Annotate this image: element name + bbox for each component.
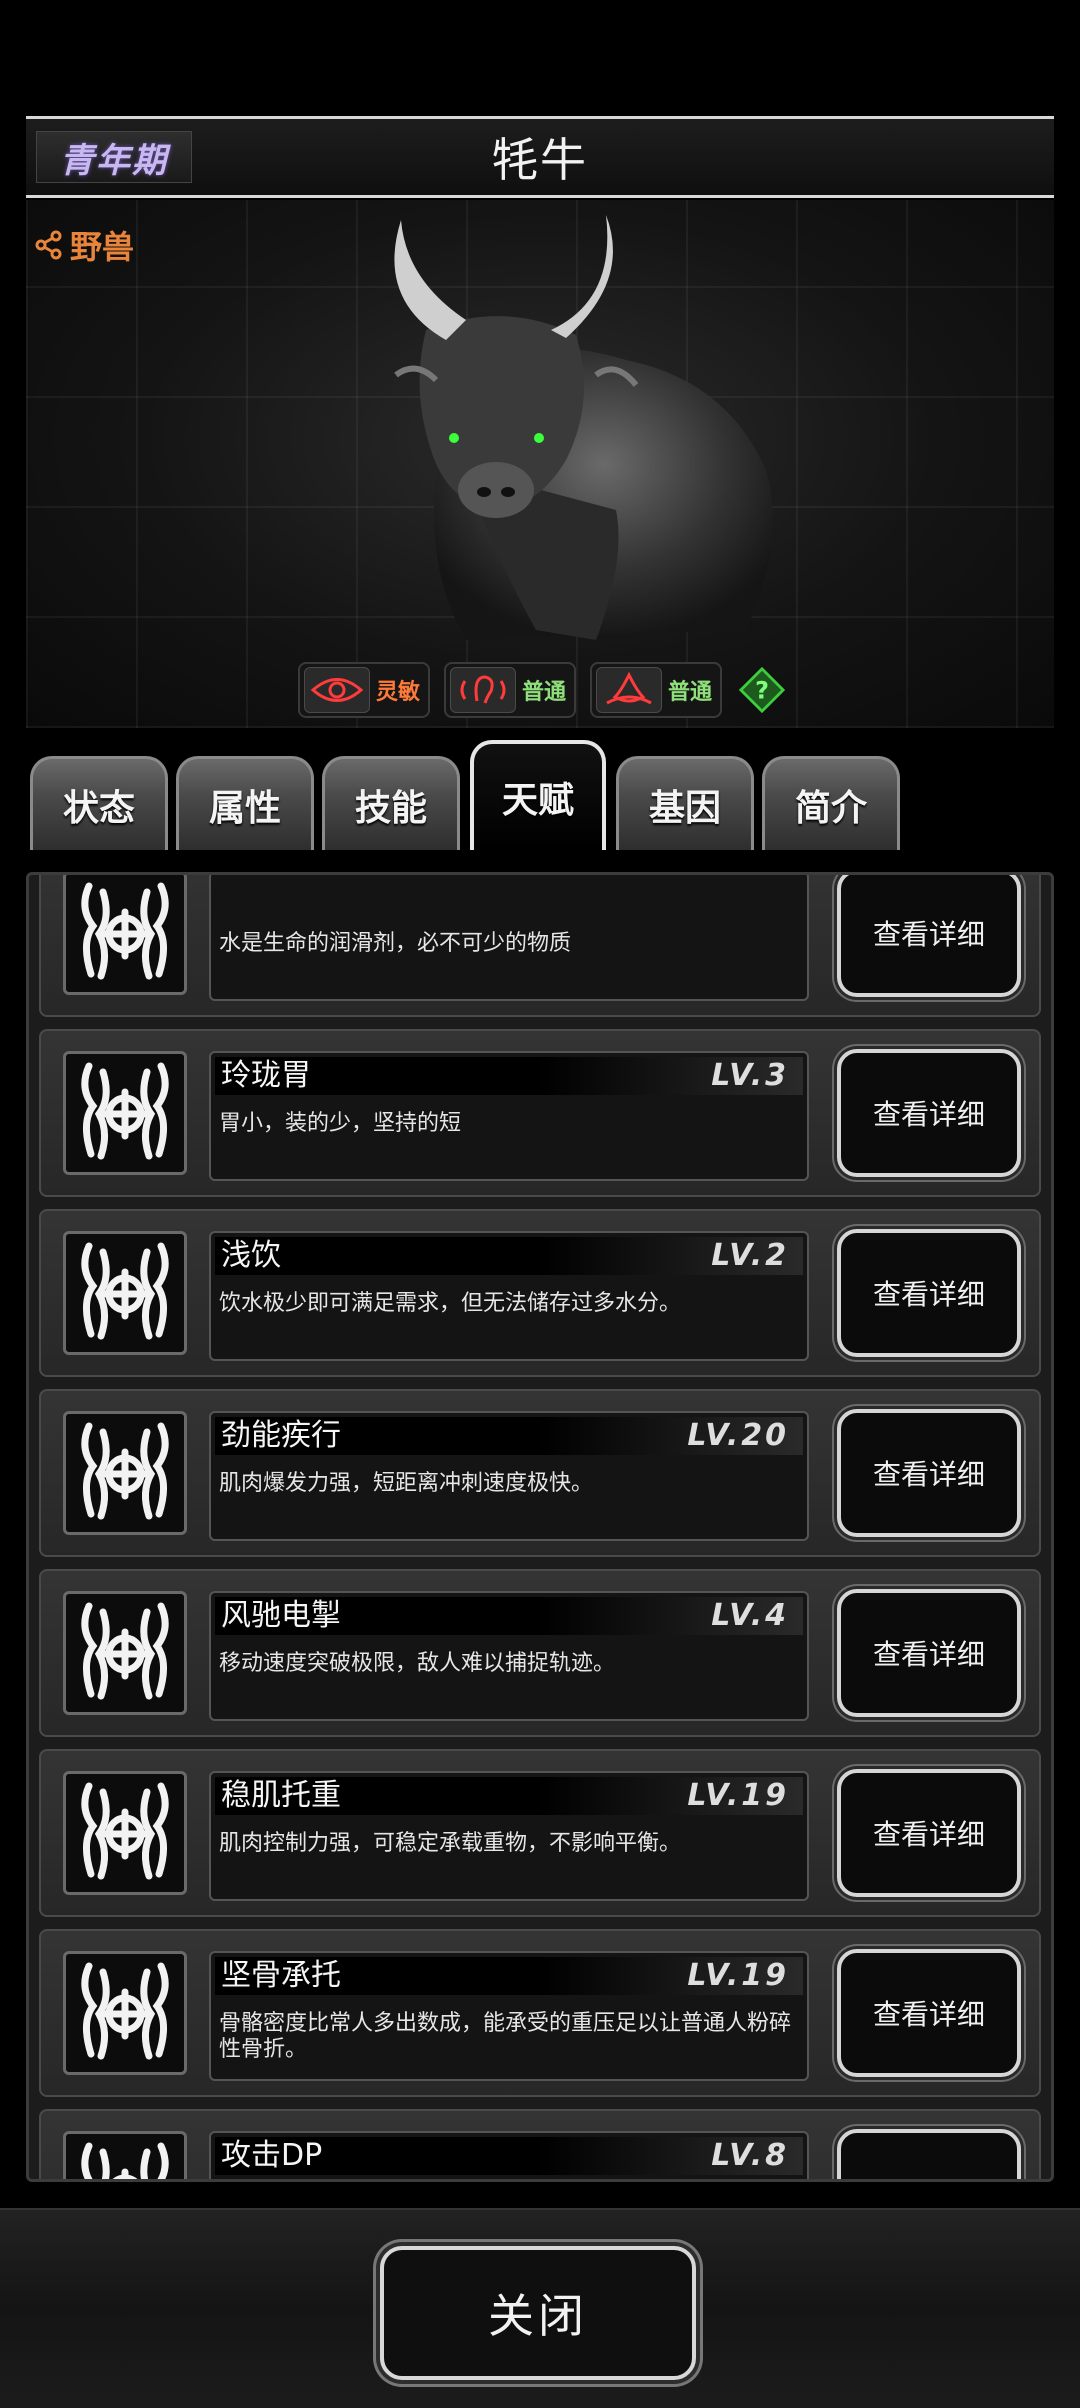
talent-card: 水是生命的润滑剂，必不可少的物质 查看详细 bbox=[39, 875, 1041, 1017]
talent-description: 饮水极少即可满足需求，但无法储存过多水分。 bbox=[219, 1291, 682, 1316]
nose-icon bbox=[596, 667, 663, 713]
talent-name: 风驰电掣 bbox=[221, 1598, 341, 1633]
talent-header: 玲珑胃 LV.3 bbox=[215, 1057, 803, 1095]
talent-description: 水是生命的润滑剂，必不可少的物质 bbox=[219, 931, 572, 956]
talent-name: 劲能疾行 bbox=[221, 1418, 341, 1453]
talent-level: LV.19 bbox=[687, 1778, 789, 1813]
talent-level: LV.4 bbox=[711, 1598, 789, 1633]
view-details-button[interactable]: 查看详细 bbox=[837, 1769, 1021, 1897]
talent-info: 稳肌托重 LV.19 肌肉控制力强，可稳定承载重物，不影响平衡。 bbox=[209, 1771, 809, 1901]
talent-card: 浅饮 LV.2 饮水极少即可满足需求，但无法储存过多水分。 查看详细 bbox=[39, 1209, 1041, 1377]
tab-status[interactable]: 状态 bbox=[30, 756, 168, 850]
yak-image bbox=[394, 215, 773, 640]
tab-skills[interactable]: 技能 bbox=[322, 756, 460, 850]
title-bar: 青年期 牦牛 bbox=[26, 116, 1054, 198]
view-details-button[interactable]: 查看详细 bbox=[837, 875, 1021, 997]
talent-name: 浅饮 bbox=[221, 1238, 281, 1273]
talent-name: 稳肌托重 bbox=[221, 1778, 341, 1813]
talent-level: LV.19 bbox=[687, 1958, 789, 1993]
help-icon: ? bbox=[739, 667, 786, 713]
trait-hearing-label: 普通 bbox=[522, 680, 567, 705]
view-details-button[interactable]: 查看详细 bbox=[837, 1229, 1021, 1357]
tab-attributes[interactable]: 属性 bbox=[176, 756, 314, 850]
talent-card: 风驰电掣 LV.4 移动速度突破极限，敌人难以捕捉轨迹。 查看详细 bbox=[39, 1569, 1041, 1737]
status-area bbox=[0, 0, 1080, 116]
talent-info: 攻击DPLV.8攻击频率的快慢如同音乐节拍，快则如暴雨倾盆，慢则如雷 bbox=[209, 2131, 809, 2179]
trait-smell[interactable]: 普通 bbox=[590, 662, 723, 718]
page-title: 牦牛 bbox=[492, 133, 588, 187]
talent-level: LV.2 bbox=[711, 1238, 789, 1273]
talent-header: 劲能疾行 LV.20 bbox=[215, 1417, 803, 1455]
view-details-button[interactable]: 查看详细 bbox=[837, 1409, 1021, 1537]
talent-rune-icon bbox=[63, 1051, 187, 1175]
talent-header: 风驰电掣 LV.4 bbox=[215, 1597, 803, 1635]
talent-description: 骨骼密度比常人多出数成，能承受的重压足以让普通人粉碎性骨折。 bbox=[219, 2011, 792, 2062]
talent-name: 坚骨承托 bbox=[221, 1958, 341, 1993]
talent-description: 胃小，装的少，坚持的短 bbox=[219, 1111, 462, 1136]
trait-hearing[interactable]: 普通 bbox=[444, 662, 577, 718]
talent-info: 浅饮 LV.2 饮水极少即可满足需求，但无法储存过多水分。 bbox=[209, 1231, 809, 1361]
tab-bar: 状态 属性 技能 天赋 基因 简介 bbox=[30, 740, 1060, 850]
sense-traits: 灵敏 普通 普通 ? bbox=[298, 662, 788, 718]
eye-icon bbox=[304, 667, 370, 713]
view-details-button[interactable]: 查看详细 bbox=[837, 2129, 1021, 2179]
talent-card: 劲能疾行 LV.20 肌肉爆发力强，短距离冲刺速度极快。 查看详细 bbox=[39, 1389, 1041, 1557]
talent-card: 坚骨承托 LV.19 骨骼密度比常人多出数成，能承受的重压足以让普通人粉碎性骨折。查… bbox=[39, 1929, 1041, 2097]
talent-description: 肌肉爆发力强，短距离冲刺速度极快。 bbox=[219, 1471, 594, 1496]
tab-genes[interactable]: 基因 bbox=[616, 756, 754, 850]
creature-panel: 野兽 灵敏 普通 普通 ? bbox=[26, 200, 1054, 728]
trait-vision[interactable]: 灵敏 bbox=[298, 662, 431, 718]
tab-intro[interactable]: 简介 bbox=[762, 756, 900, 850]
talent-card: 攻击DPLV.8攻击频率的快慢如同音乐节拍，快则如暴雨倾盆，慢则如雷查看详细 bbox=[39, 2109, 1041, 2179]
category-tag[interactable]: 野兽 bbox=[34, 222, 134, 268]
talent-name: 攻击DP bbox=[221, 2138, 323, 2173]
talent-rune-icon bbox=[63, 875, 187, 995]
trait-smell-label: 普通 bbox=[668, 680, 713, 705]
talent-level: LV.8 bbox=[711, 2138, 789, 2173]
bottom-bar: 关闭 bbox=[0, 2208, 1080, 2408]
talent-level: LV.3 bbox=[711, 1058, 789, 1093]
ear-icon bbox=[450, 667, 517, 713]
trait-vision-label: 灵敏 bbox=[376, 680, 421, 705]
view-details-button[interactable]: 查看详细 bbox=[837, 1589, 1021, 1717]
talent-info: 劲能疾行 LV.20 肌肉爆发力强，短距离冲刺速度极快。 bbox=[209, 1411, 809, 1541]
talent-rune-icon bbox=[63, 2131, 187, 2179]
talent-rune-icon bbox=[63, 1951, 187, 2075]
talent-name: 玲珑胃 bbox=[221, 1058, 311, 1093]
talent-rune-icon bbox=[63, 1771, 187, 1895]
talent-header: 稳肌托重 LV.19 bbox=[215, 1777, 803, 1815]
talent-description: 肌肉控制力强，可稳定承载重物，不影响平衡。 bbox=[219, 1831, 682, 1856]
category-label: 野兽 bbox=[70, 228, 135, 266]
talent-card: 稳肌托重 LV.19 肌肉控制力强，可稳定承载重物，不影响平衡。 查看详细 bbox=[39, 1749, 1041, 1917]
help-button[interactable]: ? bbox=[736, 662, 788, 718]
talent-level: LV.20 bbox=[687, 1418, 789, 1453]
talent-rune-icon bbox=[63, 1411, 187, 1535]
talent-info: 玲珑胃 LV.3 胃小，装的少，坚持的短 bbox=[209, 1051, 809, 1181]
close-button[interactable]: 关闭 bbox=[380, 2246, 696, 2380]
talent-rune-icon bbox=[63, 1591, 187, 1715]
talent-list[interactable]: 水是生命的润滑剂，必不可少的物质 查看详细 玲珑胃 LV.3 胃小，装的少，坚持的短 查看… bbox=[26, 872, 1054, 2182]
share-icon bbox=[35, 230, 62, 260]
talent-info: 坚骨承托 LV.19 骨骼密度比常人多出数成，能承受的重压足以让普通人粉碎性骨折。 bbox=[209, 1951, 809, 2081]
talent-header: 浅饮 LV.2 bbox=[215, 1237, 803, 1275]
view-details-button[interactable]: 查看详细 bbox=[837, 1049, 1021, 1177]
talent-info: 风驰电掣 LV.4 移动速度突破极限，敌人难以捕捉轨迹。 bbox=[209, 1591, 809, 1721]
view-details-button[interactable]: 查看详细 bbox=[837, 1949, 1021, 2077]
svg-text:?: ? bbox=[755, 676, 769, 704]
talent-header: 攻击DP LV.8 bbox=[215, 2137, 803, 2175]
talent-info: 水是生命的润滑剂，必不可少的物质 bbox=[209, 875, 809, 1001]
talent-card: 玲珑胃 LV.3 胃小，装的少，坚持的短 查看详细 bbox=[39, 1029, 1041, 1197]
talent-header: 坚骨承托 LV.19 bbox=[215, 1957, 803, 1995]
talent-description: 移动速度突破极限，敌人难以捕捉轨迹。 bbox=[219, 1651, 616, 1676]
tab-talents[interactable]: 天赋 bbox=[470, 740, 606, 850]
talent-rune-icon bbox=[63, 1231, 187, 1355]
